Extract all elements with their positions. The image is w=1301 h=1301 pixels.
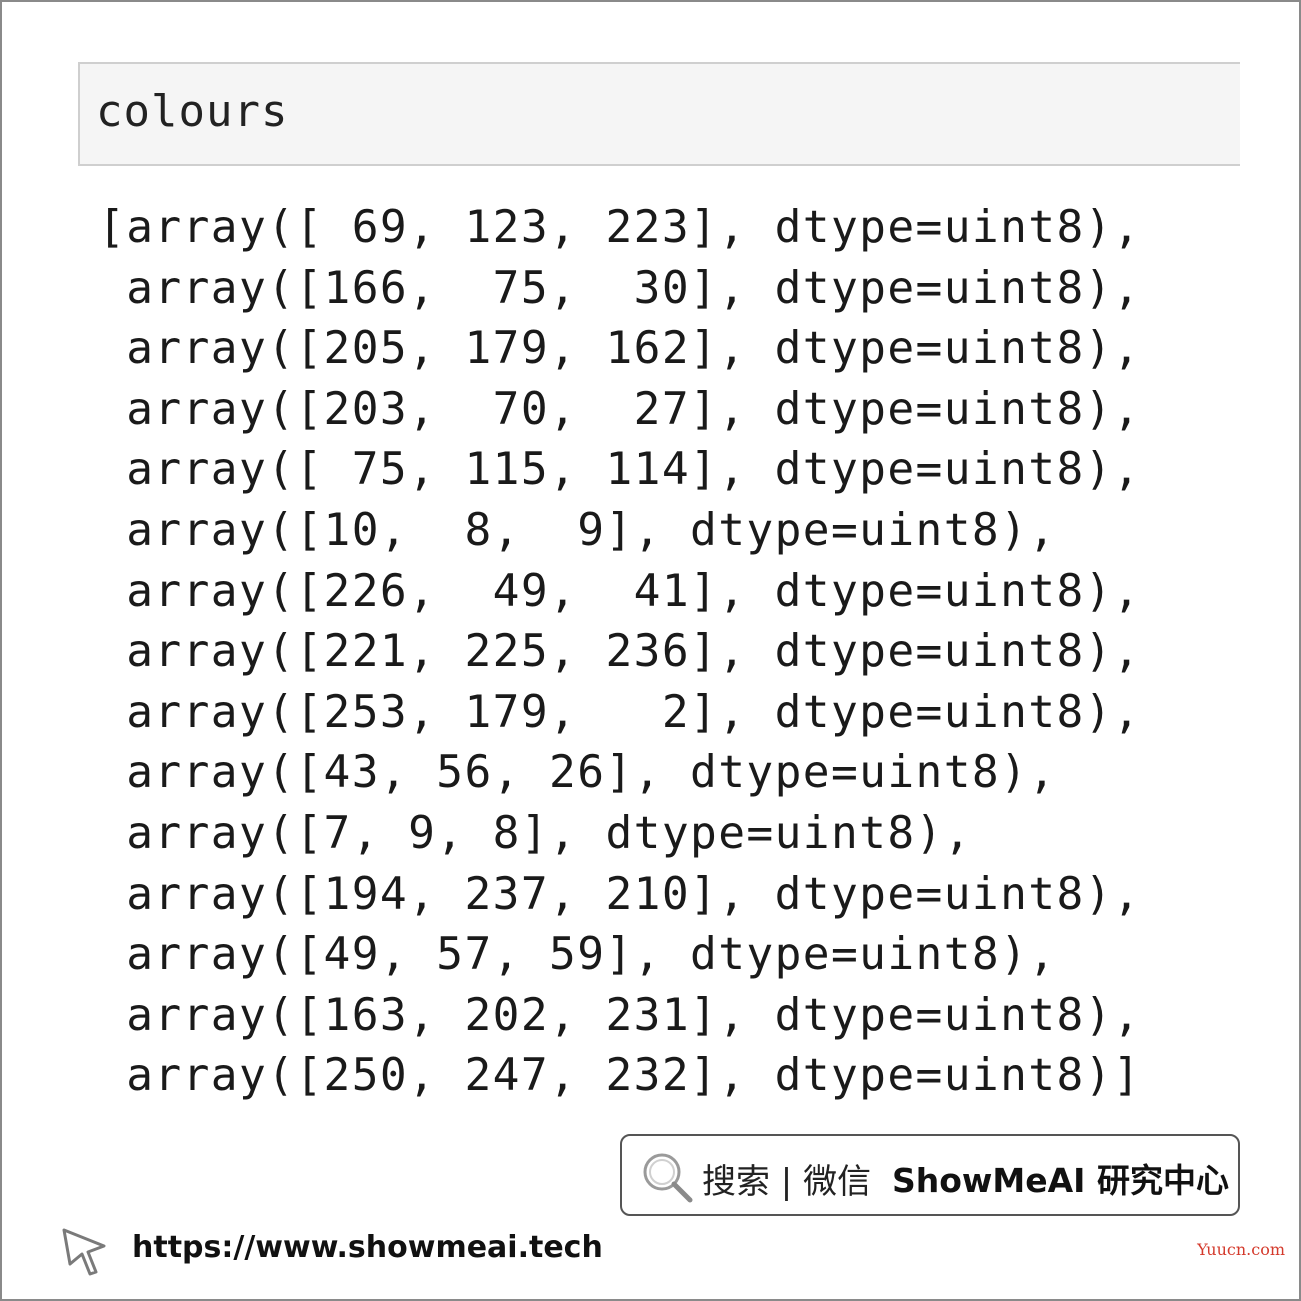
output-line: [array([ 69, 123, 223], dtype=uint8), [98, 202, 1142, 253]
output-line: array([226, 49, 41], dtype=uint8), [98, 565, 1142, 617]
wechat-search-banner: 搜索 | 微信 ShowMeAI 研究中心 [620, 1134, 1240, 1216]
brand-label: ShowMeAI 研究中心 [892, 1161, 1229, 1200]
output-line: array([7, 9, 8], dtype=uint8), [98, 807, 972, 859]
output-line: array([163, 202, 231], dtype=uint8), [98, 989, 1142, 1041]
website-url: https://www.showmeai.tech [132, 1230, 603, 1265]
magnifier-icon [640, 1150, 696, 1206]
output-line: array([166, 75, 30], dtype=uint8), [98, 262, 1142, 314]
screenshot-frame: colours [array([ 69, 123, 223], dtype=ui… [0, 0, 1301, 1301]
pointer-cursor-icon [58, 1224, 114, 1280]
output-line: array([ 75, 115, 114], dtype=uint8), [98, 444, 1142, 496]
output-line: array([205, 179, 162], dtype=uint8), [98, 323, 1142, 375]
input-code: colours [96, 86, 289, 137]
search-label: 搜索 | 微信 [702, 1162, 872, 1202]
watermark-text: Yuucn.com [1197, 1240, 1285, 1259]
output-line: array([221, 225, 236], dtype=uint8), [98, 626, 1142, 678]
output-line: array([10, 8, 9], dtype=uint8), [98, 504, 1057, 556]
output-line: array([203, 70, 27], dtype=uint8), [98, 383, 1142, 435]
notebook-output-cell: [array([ 69, 123, 223], dtype=uint8), ar… [98, 198, 1141, 1107]
output-line: array([43, 56, 26], dtype=uint8), [98, 747, 1057, 799]
output-line: array([49, 57, 59], dtype=uint8), [98, 929, 1057, 981]
output-line: array([250, 247, 232], dtype=uint8)] [98, 1050, 1142, 1102]
output-line: array([253, 179, 2], dtype=uint8), [98, 686, 1142, 738]
output-line: array([194, 237, 210], dtype=uint8), [98, 868, 1142, 920]
notebook-input-cell[interactable]: colours [78, 62, 1240, 166]
